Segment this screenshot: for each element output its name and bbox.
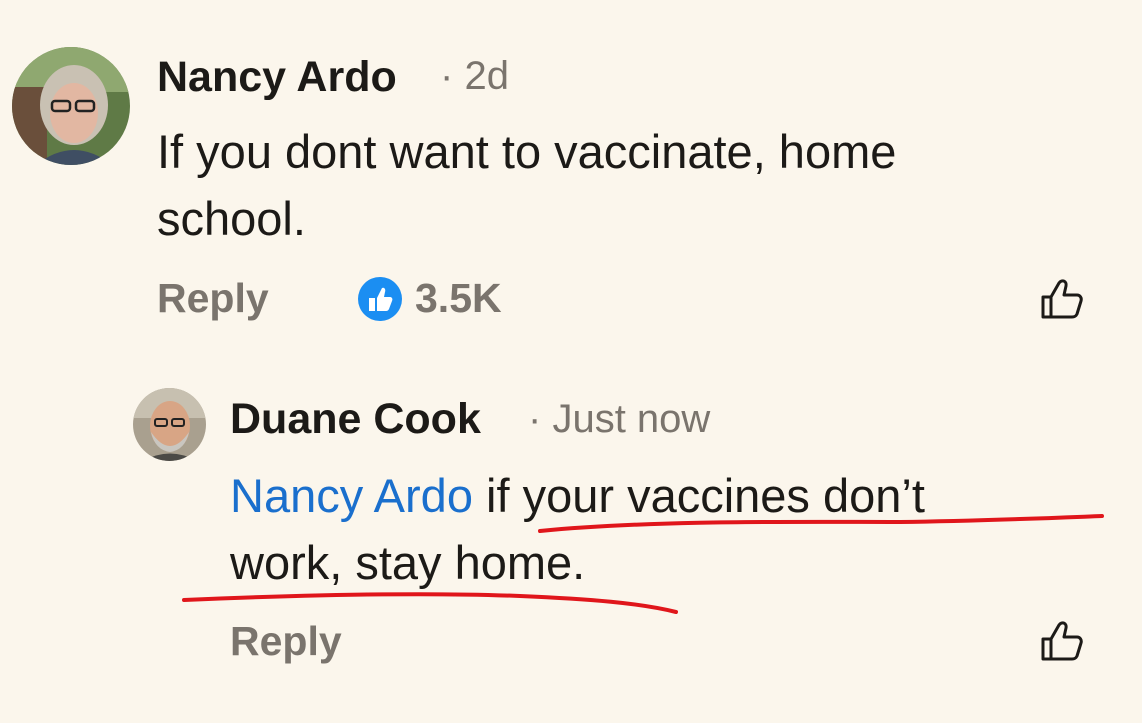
timestamp-text: Just now bbox=[552, 397, 711, 441]
comment-timestamp: · Just now bbox=[528, 397, 710, 442]
comment-timestamp: · 2d bbox=[440, 54, 509, 99]
comment-text-line: If you dont want to vaccinate, home bbox=[157, 125, 897, 178]
comment-text-line: school. bbox=[157, 192, 306, 245]
comment-text: If you dont want to vaccinate, home scho… bbox=[157, 118, 896, 252]
meta-separator: · bbox=[440, 54, 454, 98]
thumbs-up-outline-icon[interactable] bbox=[1039, 619, 1087, 663]
reaction-summary[interactable]: 3.5K bbox=[357, 275, 502, 322]
comment-text-line: work, stay home. bbox=[230, 536, 586, 589]
avatar-nancy-ardo[interactable] bbox=[12, 47, 130, 165]
mention-link[interactable]: Nancy Ardo bbox=[230, 469, 473, 522]
avatar-duane-cook[interactable] bbox=[133, 388, 206, 461]
comment-text: Nancy Ardo if your vaccines don’t work, … bbox=[230, 462, 925, 596]
reaction-count: 3.5K bbox=[415, 275, 502, 321]
comment-text-line: Nancy Ardo if your vaccines don’t bbox=[230, 462, 925, 529]
timestamp-text: 2d bbox=[464, 54, 509, 98]
meta-separator: · bbox=[528, 397, 542, 441]
like-badge-icon bbox=[357, 276, 403, 322]
red-underline-annotation bbox=[182, 514, 1104, 614]
comment-author-name[interactable]: Duane Cook bbox=[230, 395, 481, 444]
reply-button[interactable]: Reply bbox=[230, 618, 342, 665]
comment-text-fragment: if your vaccines don’t bbox=[472, 469, 925, 522]
reply-button[interactable]: Reply bbox=[157, 275, 269, 322]
comment-author-name[interactable]: Nancy Ardo bbox=[157, 53, 397, 102]
thumbs-up-outline-icon[interactable] bbox=[1039, 277, 1087, 321]
